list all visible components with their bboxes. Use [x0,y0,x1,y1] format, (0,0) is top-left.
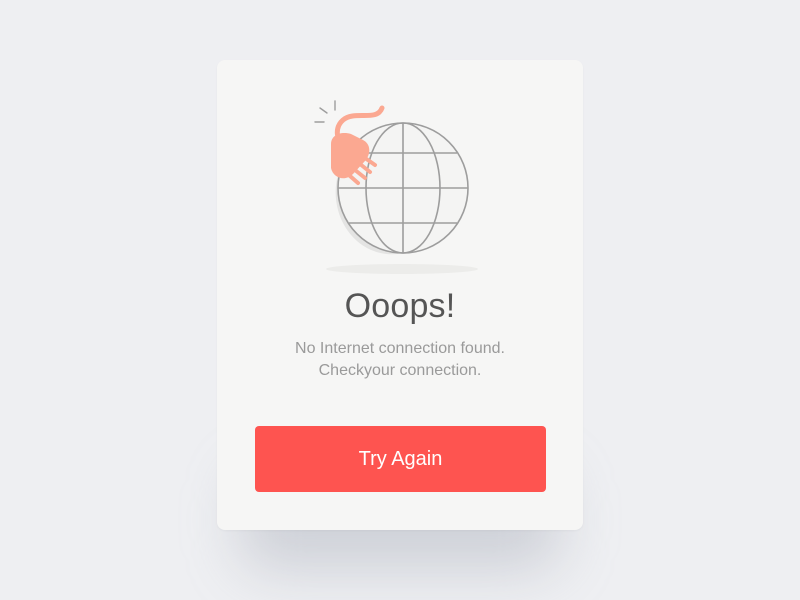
message-line-2: Checkyour connection. [318,362,482,379]
no-connection-illustration [314,100,478,274]
ground-shadow [326,264,478,274]
dialog-title: Ooops! [344,287,456,325]
try-again-button[interactable]: Try Again [255,426,546,492]
dialog-message: No Internet connection found. Checkyour … [217,338,583,382]
message-line-1: No Internet connection found. [295,340,505,357]
error-dialog-card: Ooops! No Internet connection found. Che… [217,60,583,530]
page-background: Ooops! No Internet connection found. Che… [0,0,800,600]
